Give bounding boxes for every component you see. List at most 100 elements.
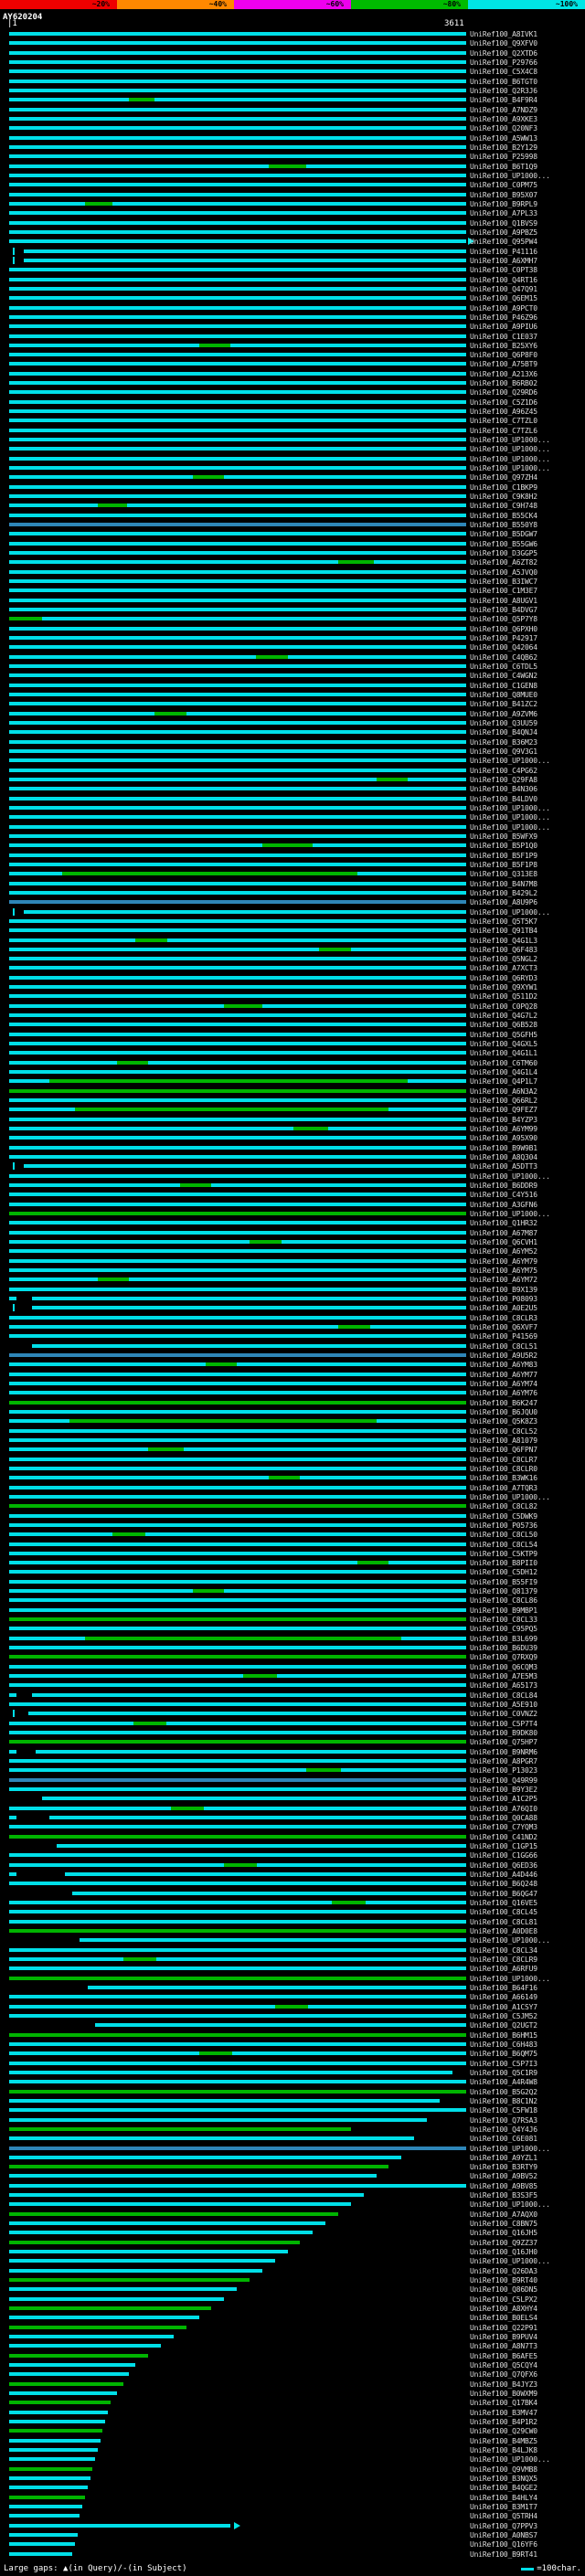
- alignment-segment[interactable]: [9, 419, 466, 422]
- alignment-segment[interactable]: [9, 1542, 466, 1546]
- alignment-segment[interactable]: [204, 1807, 466, 1810]
- alignment-row[interactable]: UniRef100_UP1000...: [0, 463, 585, 472]
- alignment-segment[interactable]: [224, 1863, 257, 1867]
- hit-label[interactable]: UniRef100_C1GG66: [470, 1851, 537, 1860]
- alignment-segment[interactable]: [98, 504, 127, 507]
- alignment-row[interactable]: UniRef100_B4LJK8: [0, 2445, 585, 2454]
- hit-label[interactable]: UniRef100_D3GGP5: [470, 549, 537, 557]
- alignment-segment[interactable]: [9, 485, 466, 489]
- hit-label[interactable]: UniRef100_B0WXM9: [470, 2390, 537, 2398]
- hit-label[interactable]: UniRef100_Q511D2: [470, 992, 537, 1001]
- alignment-segment[interactable]: [9, 1259, 466, 1263]
- hit-label[interactable]: UniRef100_C5P7T4: [470, 1720, 537, 1728]
- alignment-segment[interactable]: [9, 797, 466, 800]
- alignment-row[interactable]: UniRef100_A6YM99: [0, 1124, 585, 1133]
- hit-label[interactable]: UniRef100_Q42064: [470, 643, 537, 652]
- alignment-segment[interactable]: [9, 324, 466, 328]
- alignment-row[interactable]: UniRef100_Q4G1L3: [0, 936, 585, 945]
- alignment-segment[interactable]: [9, 2127, 351, 2131]
- hit-label[interactable]: UniRef100_A9PIU6: [470, 323, 537, 331]
- hit-label[interactable]: UniRef100_B4QNJ4: [470, 728, 537, 737]
- alignment-row[interactable]: UniRef100_A6XMH7: [0, 256, 585, 265]
- hit-label[interactable]: UniRef100_Q6CQM3: [470, 1663, 537, 1671]
- alignment-row[interactable]: UniRef100_C5KTP9: [0, 1549, 585, 1558]
- alignment-row[interactable]: UniRef100_Q3UU59: [0, 718, 585, 727]
- hit-label[interactable]: UniRef100_C4Y516: [470, 1191, 537, 1199]
- hit-label[interactable]: UniRef100_C8CL45: [470, 1908, 537, 1916]
- alignment-segment[interactable]: [166, 1722, 466, 1725]
- hit-label[interactable]: UniRef100_B6QM75: [470, 2050, 537, 2058]
- alignment-row[interactable]: UniRef100_Q9FEZ7: [0, 1105, 585, 1114]
- alignment-segment[interactable]: [9, 636, 466, 640]
- alignment-segment[interactable]: [224, 475, 466, 479]
- alignment-row[interactable]: UniRef100_P25998: [0, 152, 585, 161]
- alignment-segment[interactable]: [9, 1174, 466, 1178]
- alignment-segment[interactable]: [9, 268, 466, 271]
- alignment-segment[interactable]: [338, 560, 374, 564]
- alignment-row[interactable]: UniRef100_Q9VMB8: [0, 2465, 585, 2474]
- alignment-row[interactable]: UniRef100_B9RT40: [0, 2275, 585, 2284]
- alignment-row[interactable]: UniRef100_Q81379: [0, 1586, 585, 1595]
- alignment-segment[interactable]: [9, 287, 466, 291]
- hit-label[interactable]: UniRef100_Q313E8: [470, 870, 537, 878]
- alignment-segment[interactable]: [9, 1674, 243, 1678]
- hit-label[interactable]: UniRef100_A9XKE3: [470, 115, 537, 123]
- hit-label[interactable]: UniRef100_B429L2: [470, 889, 537, 897]
- alignment-segment[interactable]: [129, 98, 154, 101]
- alignment-row[interactable]: UniRef100_Q6B528: [0, 1020, 585, 1029]
- alignment-segment[interactable]: [133, 1722, 166, 1725]
- alignment-row[interactable]: UniRef100_B5F1P8: [0, 860, 585, 869]
- hit-label[interactable]: UniRef100_B4DVG7: [470, 606, 537, 614]
- hit-label[interactable]: UniRef100_C0VNZ2: [470, 1710, 537, 1718]
- alignment-segment[interactable]: [85, 202, 112, 206]
- alignment-row[interactable]: UniRef100_C8CL84: [0, 1691, 585, 1700]
- alignment-segment[interactable]: [230, 344, 466, 347]
- alignment-segment[interactable]: [9, 523, 466, 526]
- alignment-row[interactable]: UniRef100_A9PIU6: [0, 322, 585, 331]
- hit-label[interactable]: UniRef100_Q7QFX6: [470, 2370, 537, 2379]
- hit-label[interactable]: UniRef100_Q9XFV0: [470, 39, 537, 48]
- alignment-segment[interactable]: [9, 938, 135, 942]
- hit-label[interactable]: UniRef100_UP1000...: [470, 804, 550, 812]
- alignment-row[interactable]: UniRef100_B55FI9: [0, 1577, 585, 1586]
- alignment-segment[interactable]: [9, 532, 466, 535]
- alignment-row[interactable]: UniRef100_UP1000...: [0, 2144, 585, 2153]
- hit-label[interactable]: UniRef100_C1GP15: [470, 1842, 537, 1850]
- hit-label[interactable]: UniRef100_Q2XTD6: [470, 49, 537, 58]
- alignment-segment[interactable]: [9, 1108, 75, 1111]
- hit-label[interactable]: UniRef100_C4PG62: [470, 767, 537, 775]
- alignment-segment[interactable]: [9, 1655, 466, 1659]
- alignment-segment[interactable]: [9, 976, 466, 980]
- hit-label[interactable]: UniRef100_B550Y8: [470, 521, 537, 529]
- alignment-segment[interactable]: [9, 447, 466, 451]
- alignment-row[interactable]: UniRef100_A9YZL1: [0, 2153, 585, 2162]
- alignment-row[interactable]: UniRef100_Q5P7Y8: [0, 614, 585, 623]
- alignment-row[interactable]: UniRef100_UP1000...: [0, 1209, 585, 1218]
- alignment-row[interactable]: UniRef100_Q22P91: [0, 2323, 585, 2332]
- hit-label[interactable]: UniRef100_C8CL84: [470, 1691, 537, 1700]
- hit-label[interactable]: UniRef100_B6HM15: [470, 2031, 537, 2040]
- alignment-row[interactable]: UniRef100_A8Q304: [0, 1152, 585, 1161]
- alignment-segment[interactable]: [9, 693, 466, 696]
- alignment-segment[interactable]: [9, 2241, 300, 2244]
- hit-label[interactable]: UniRef100_UP1000...: [470, 1210, 550, 1218]
- alignment-row[interactable]: UniRef100_Q6XVF7: [0, 1322, 585, 1331]
- alignment-segment[interactable]: [9, 2335, 174, 2338]
- hit-label[interactable]: UniRef100_C7TZL6: [470, 427, 537, 435]
- alignment-row[interactable]: UniRef100_B4JYZ3: [0, 2380, 585, 2389]
- hit-label[interactable]: UniRef100_A8PGR7: [470, 1757, 537, 1765]
- alignment-segment[interactable]: [24, 1164, 466, 1168]
- alignment-segment[interactable]: [9, 1193, 466, 1196]
- alignment-segment[interactable]: [9, 183, 466, 186]
- alignment-row[interactable]: UniRef100_C4WGN2: [0, 671, 585, 680]
- alignment-row[interactable]: UniRef100_Q17BK4: [0, 2398, 585, 2407]
- alignment-row[interactable]: UniRef100_UP1000...: [0, 822, 585, 832]
- hit-label[interactable]: UniRef100_Q5T5K7: [470, 917, 537, 926]
- hit-label[interactable]: UniRef100_A0D0E8: [470, 1927, 537, 1935]
- alignment-segment[interactable]: [9, 882, 466, 885]
- hit-label[interactable]: UniRef100_A9YZL1: [470, 2154, 537, 2162]
- alignment-segment[interactable]: [9, 966, 466, 970]
- hit-label[interactable]: UniRef100_Q5CQY4: [470, 2361, 537, 2369]
- alignment-row[interactable]: UniRef100_A7PL33: [0, 208, 585, 217]
- alignment-row[interactable]: UniRef100_B6JQU0: [0, 1407, 585, 1416]
